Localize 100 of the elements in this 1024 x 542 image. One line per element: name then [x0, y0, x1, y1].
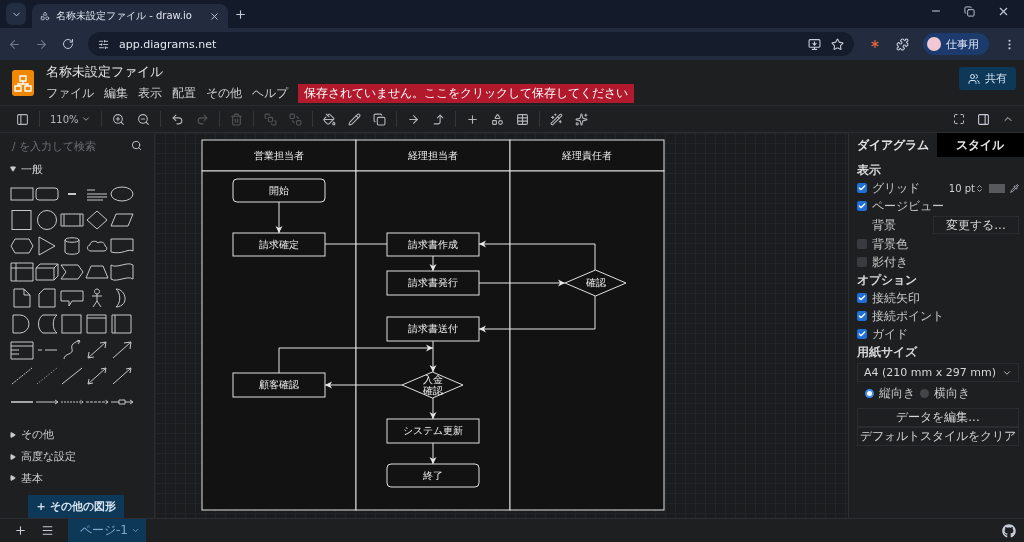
lane-header[interactable]: 営業担当者 [201, 139, 357, 172]
grid-size-field[interactable]: 10 pt [948, 182, 984, 194]
eyedropper-icon[interactable] [1010, 183, 1019, 193]
new-tab-icon[interactable] [234, 7, 247, 21]
circle-icon[interactable] [35, 210, 59, 231]
panel-button[interactable]: デフォルトスタイルをクリア [857, 427, 1019, 446]
note-icon[interactable] [10, 288, 34, 309]
search-icon[interactable] [131, 140, 142, 152]
arrow-icon[interactable] [110, 366, 134, 387]
tab-list-button[interactable] [6, 3, 26, 25]
change-button[interactable]: 変更する... [933, 216, 1019, 234]
decision-node[interactable]: 入金確認 [401, 371, 464, 399]
double-arrow-icon[interactable] [85, 340, 109, 361]
section-header[interactable]: 基本 [6, 467, 146, 489]
hexagon-icon[interactable] [10, 236, 34, 257]
lane-header[interactable]: 経理担当者 [355, 139, 511, 172]
menu-item[interactable]: 編集 [104, 84, 128, 102]
copy-icon[interactable] [370, 112, 388, 126]
add-page-icon[interactable] [14, 524, 27, 537]
checkbox[interactable] [857, 257, 867, 267]
menu-item[interactable]: 配置 [172, 84, 196, 102]
panel-button[interactable]: データを編集... [857, 408, 1019, 427]
menu-item[interactable]: 表示 [138, 84, 162, 102]
pencil-icon[interactable] [345, 112, 363, 126]
terminal-node[interactable]: 終了 [386, 463, 480, 488]
checkbox[interactable] [857, 239, 867, 249]
close-icon[interactable] [209, 10, 220, 22]
checkbox[interactable] [857, 311, 867, 321]
section-header[interactable]: 高度な設定 [6, 445, 146, 468]
share-button[interactable]: 共有 [959, 67, 1016, 90]
card-icon[interactable] [35, 288, 59, 309]
back-icon[interactable] [8, 37, 21, 51]
search-field[interactable]: / を入力して検索 [12, 139, 131, 152]
square-icon[interactable] [10, 210, 34, 231]
grid-color-swatch[interactable] [989, 183, 1005, 193]
diamond-icon[interactable] [85, 210, 109, 231]
sidebar-toggle-icon[interactable] [14, 112, 31, 126]
tape-icon[interactable] [110, 262, 134, 283]
arrow-icon[interactable] [110, 340, 134, 361]
panel-tab[interactable]: スタイル [936, 133, 1024, 157]
radio-button[interactable] [920, 388, 929, 398]
radio-button[interactable] [865, 388, 874, 398]
asterisk-icon[interactable] [868, 37, 882, 51]
forward-icon[interactable] [35, 37, 48, 51]
step-icon[interactable] [60, 262, 84, 283]
profile-button[interactable]: 仕事用 [923, 33, 989, 55]
list-icon[interactable] [10, 340, 34, 361]
document-title[interactable]: 名称未設定ファイル [46, 62, 634, 81]
magic-wand-icon[interactable] [547, 112, 565, 126]
process-node[interactable]: 請求書作成 [386, 232, 480, 257]
internal-storage-icon[interactable] [10, 262, 34, 283]
double-arrow-icon[interactable] [85, 366, 109, 387]
process-node[interactable]: 請求書送付 [386, 316, 480, 342]
decision-node[interactable]: 確認 [564, 269, 627, 297]
dashed-line-icon[interactable] [10, 366, 34, 387]
checkbox[interactable] [857, 293, 867, 303]
container-icon[interactable] [85, 314, 109, 335]
reload-icon[interactable] [62, 38, 74, 50]
process-node[interactable]: システム更新 [386, 418, 480, 444]
puzzle-icon[interactable] [896, 37, 909, 51]
menu-item[interactable]: その他 [206, 84, 242, 102]
browser-tab[interactable]: 名称未設定ファイル - draw.io [32, 4, 228, 28]
lane-header[interactable]: 経理責任者 [509, 139, 665, 172]
checkbox[interactable] [857, 329, 867, 339]
curved-arrow-icon[interactable] [60, 340, 84, 361]
process-node[interactable]: 請求確定 [232, 232, 326, 257]
cube-icon[interactable] [35, 262, 59, 283]
terminal-node[interactable]: 開始 [232, 178, 326, 203]
section-header[interactable]: その他 [6, 424, 146, 446]
unsaved-notice[interactable]: 保存されていません。ここをクリックして保存してください [298, 83, 634, 103]
menu-icon[interactable] [41, 524, 54, 537]
install-icon[interactable] [808, 37, 821, 51]
process-node[interactable]: 顧客確認 [232, 372, 326, 398]
star-icon[interactable] [831, 37, 844, 51]
site-settings-icon[interactable] [98, 38, 109, 50]
section-header[interactable]: 一般 [6, 156, 146, 183]
paper-size-select[interactable]: A4 (210 mm x 297 mm) [857, 363, 1019, 382]
process-node[interactable]: 請求書発行 [386, 270, 480, 296]
checkbox-label: 接続矢印 [872, 289, 920, 307]
ellipse-icon[interactable] [110, 184, 134, 205]
fullscreen-icon[interactable] [953, 112, 965, 126]
checkbox[interactable] [857, 201, 867, 211]
restore-icon[interactable] [964, 4, 975, 18]
checkbox[interactable] [857, 183, 867, 193]
github-icon[interactable] [1002, 523, 1016, 538]
paint-bucket-icon[interactable] [320, 112, 338, 126]
dotted-line-icon[interactable] [35, 366, 59, 387]
menu-item[interactable]: ヘルプ [252, 84, 288, 102]
more-shapes-button[interactable]: + その他の図形 [28, 495, 124, 518]
stored-data-icon[interactable] [35, 314, 59, 335]
callout-icon[interactable] [60, 288, 84, 309]
address-bar[interactable]: app.diagrams.net [88, 32, 854, 56]
menu-item[interactable]: ファイル [46, 84, 94, 102]
line-icon[interactable] [60, 366, 84, 387]
format-panel-icon[interactable] [977, 112, 990, 126]
zoom-dropdown[interactable]: 110% [48, 113, 93, 125]
caret-down-icon [10, 166, 16, 173]
panel-icon[interactable] [110, 314, 134, 335]
page-tab[interactable]: ページ-1 [68, 518, 146, 542]
sparkles-icon[interactable] [572, 112, 590, 126]
